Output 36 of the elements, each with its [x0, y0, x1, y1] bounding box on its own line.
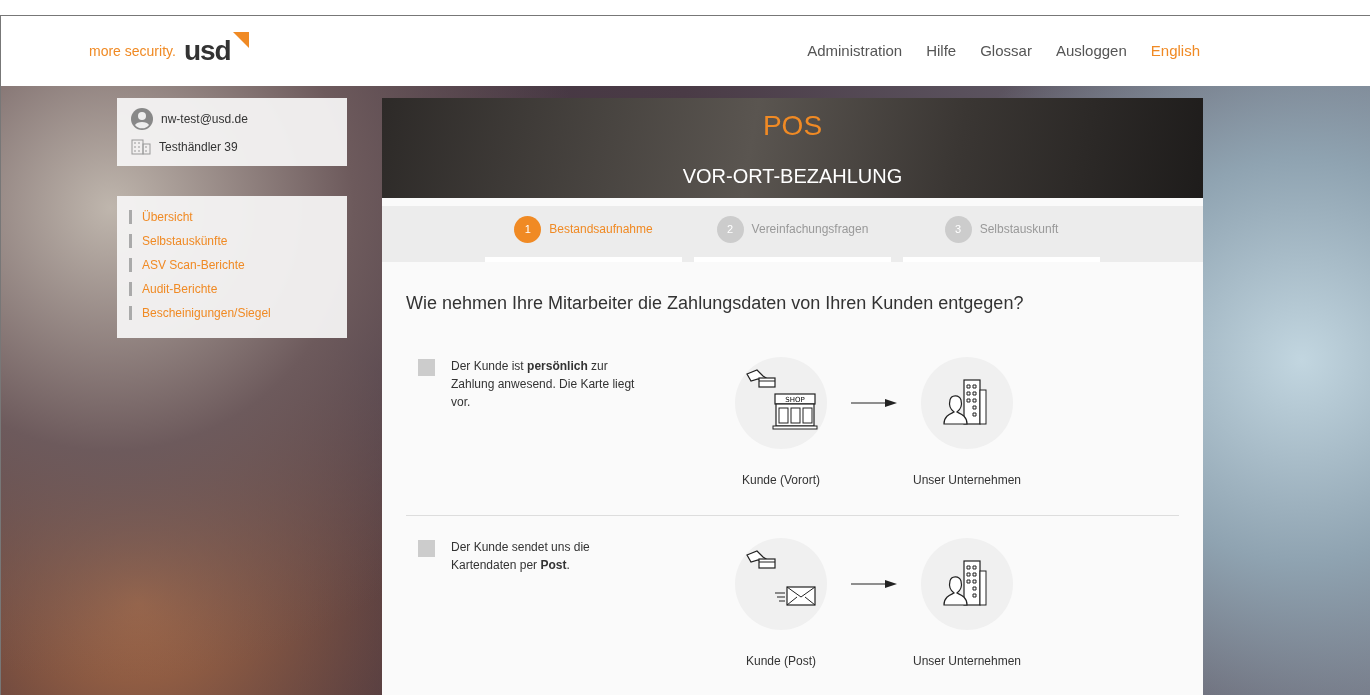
sidebar-item[interactable]: Audit-Berichte	[129, 282, 335, 296]
hand-card-icon	[746, 369, 776, 388]
question-text: Wie nehmen Ihre Mitarbeiter die Zahlungsdaten von Ihren Kunden entgegen?	[405, 292, 1025, 315]
sidebar-item[interactable]: ASV Scan-Berichte	[129, 258, 335, 272]
language-link[interactable]: English	[1150, 39, 1200, 63]
logo-tagline: more security.	[89, 41, 176, 61]
page-subtitle: VOR-ORT-BEZAHLUNG	[682, 164, 903, 189]
node-label: Kunde (Post)	[745, 653, 816, 670]
step-label[interactable]: Bestandsaufnahme	[549, 216, 653, 243]
option-text: Der Kunde sendet uns die Kartendaten per Post.	[451, 539, 591, 574]
node-label: Unser Unternehmen	[912, 472, 1022, 489]
logo-triangle-icon	[232, 32, 249, 48]
user-icon	[131, 108, 153, 130]
step-number[interactable]: 1	[514, 216, 542, 243]
node-label: Kunde (Vorort)	[741, 472, 820, 489]
page-title: POS	[762, 109, 823, 143]
nav-link[interactable]: Administration	[807, 39, 903, 63]
checkbox[interactable]	[418, 359, 435, 376]
arrow-icon	[851, 579, 897, 589]
shop-icon	[772, 393, 818, 430]
sidebar-item[interactable]: Übersicht	[129, 210, 335, 224]
company-name: Testhändler 39	[159, 139, 238, 156]
sidebar-item[interactable]: Bescheinigungen/Siegel	[129, 306, 335, 320]
step-label[interactable]: Vereinfachungsfragen	[751, 216, 869, 243]
arrow-icon	[851, 398, 897, 408]
user-email: nw-test@usd.de	[161, 111, 248, 128]
nav-link[interactable]: Ausloggen	[1055, 39, 1127, 63]
sidebar-item[interactable]: Selbstauskünfte	[129, 234, 335, 248]
checkbox[interactable]	[418, 540, 435, 557]
nav-link[interactable]: Hilfe	[926, 39, 957, 63]
node-label: Unser Unternehmen	[912, 653, 1022, 670]
building-icon	[131, 139, 151, 155]
nav-link[interactable]: Glossar	[980, 39, 1032, 63]
option-text: Der Kunde ist persönlich zur Zahlung anwesend. Die Karte liegt vor.	[451, 358, 636, 411]
logo-wordmark: usd	[183, 37, 231, 65]
step-label[interactable]: Selbstauskunft	[979, 216, 1059, 243]
